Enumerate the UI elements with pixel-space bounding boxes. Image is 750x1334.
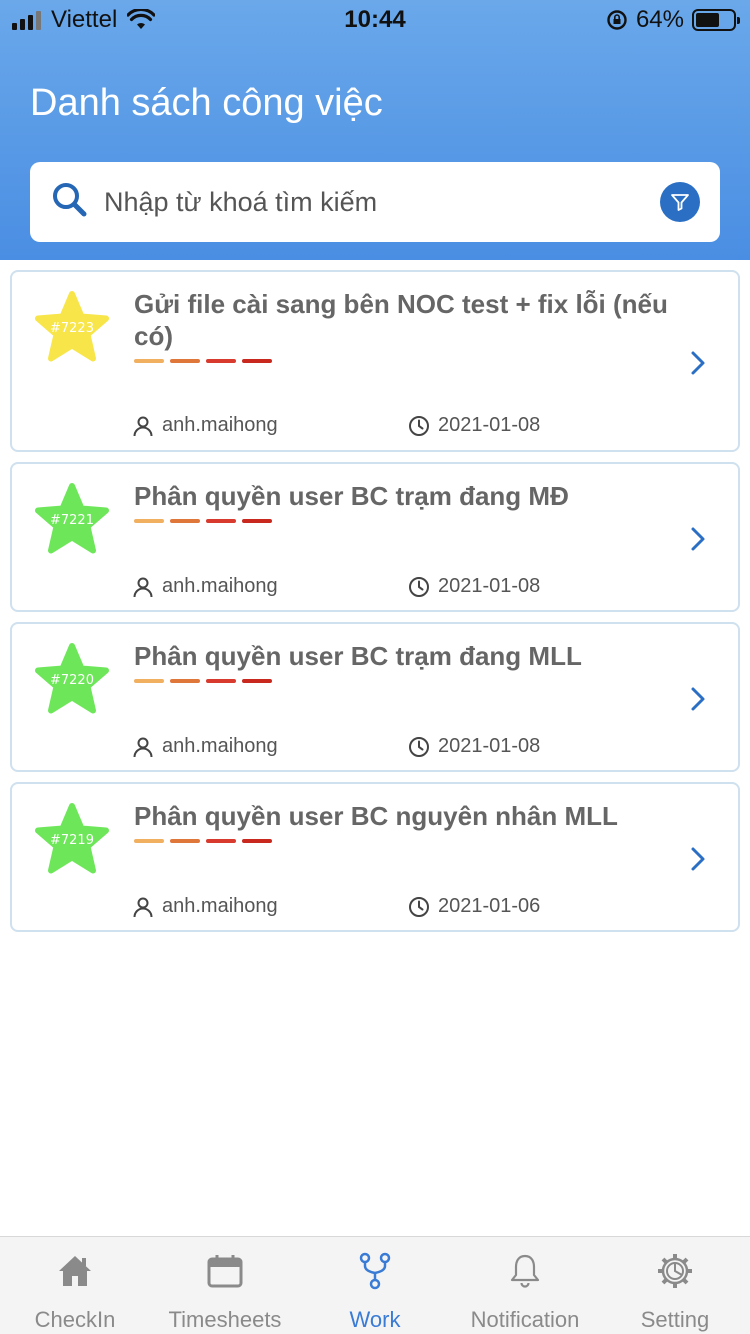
task-card[interactable]: #7223 Gửi file cài sang bên NOC test + f…	[10, 270, 740, 452]
battery-percent: 64%	[635, 6, 684, 33]
filter-icon	[671, 194, 689, 211]
assignee-name: anh.maihong	[162, 414, 278, 436]
user-icon	[133, 577, 153, 597]
header: Viettel 10:44 64% Danh sách công việc	[0, 0, 750, 260]
assignee-name: anh.maihong	[162, 735, 278, 757]
star-badge: #7220	[32, 642, 112, 722]
clock-icon	[409, 415, 429, 436]
branch-icon	[359, 1252, 391, 1290]
chevron-right-icon[interactable]	[688, 845, 708, 873]
search-input[interactable]	[104, 178, 664, 226]
chevron-right-icon[interactable]	[688, 685, 708, 713]
tab-checkin[interactable]: CheckIn	[0, 1237, 150, 1334]
priority-indicator	[134, 839, 272, 843]
task-card[interactable]: #7219 Phân quyền user BC nguyên nhân MLL…	[10, 782, 740, 932]
home-icon	[59, 1256, 91, 1286]
task-id: #7223	[50, 321, 94, 336]
task-date: 2021-01-08	[408, 735, 540, 758]
tab-label: Timesheets	[168, 1307, 282, 1332]
assignee-name: anh.maihong	[162, 895, 278, 917]
gear-icon	[658, 1254, 692, 1288]
tab-label: Work	[349, 1307, 401, 1332]
search-icon[interactable]	[50, 180, 90, 220]
date-text: 2021-01-08	[438, 414, 541, 436]
tab-label: Setting	[640, 1307, 710, 1332]
task-card[interactable]: #7220 Phân quyền user BC trạm đang MLL a…	[10, 622, 740, 772]
task-title: Phân quyền user BC trạm đang MLL	[134, 641, 582, 671]
assignee-name: anh.maihong	[162, 575, 278, 597]
tab-label: Notification	[470, 1307, 580, 1332]
battery-icon	[692, 9, 740, 31]
page-title: Danh sách công việc	[30, 82, 383, 124]
task-id: #7220	[50, 673, 94, 688]
date-text: 2021-01-06	[438, 895, 541, 917]
star-badge: #7221	[32, 482, 112, 562]
tab-notification[interactable]: Notification	[450, 1237, 600, 1334]
user-icon	[133, 897, 153, 917]
calendar-icon	[207, 1255, 243, 1288]
date-text: 2021-01-08	[438, 575, 541, 597]
task-assignee: anh.maihong	[132, 735, 278, 758]
task-card[interactable]: #7221 Phân quyền user BC trạm đang MĐ an…	[10, 462, 740, 612]
tab-bar: CheckIn Timesheets Work Notification Set…	[0, 1236, 750, 1334]
priority-indicator	[134, 359, 272, 363]
tab-label: CheckIn	[34, 1307, 116, 1332]
task-date: 2021-01-08	[408, 414, 540, 437]
priority-indicator	[134, 519, 272, 523]
star-badge: #7219	[32, 802, 112, 882]
task-date: 2021-01-08	[408, 575, 540, 598]
tab-work[interactable]: Work	[300, 1237, 450, 1334]
date-text: 2021-01-08	[438, 735, 541, 757]
clock-icon	[409, 576, 429, 597]
task-assignee: anh.maihong	[132, 575, 278, 598]
task-id: #7221	[50, 513, 94, 528]
bell-icon	[510, 1254, 540, 1288]
search-bar	[30, 162, 720, 242]
task-assignee: anh.maihong	[132, 895, 278, 918]
task-assignee: anh.maihong	[132, 414, 278, 437]
task-title: Phân quyền user BC nguyên nhân MLL	[134, 801, 618, 831]
user-icon	[133, 737, 153, 757]
user-icon	[133, 416, 153, 436]
filter-button[interactable]	[660, 182, 700, 222]
star-badge: #7223	[32, 290, 112, 370]
chevron-right-icon[interactable]	[688, 525, 708, 553]
task-list: #7223 Gửi file cài sang bên NOC test + f…	[10, 270, 740, 942]
priority-indicator	[134, 679, 272, 683]
task-id: #7219	[50, 833, 94, 848]
tab-setting[interactable]: Setting	[600, 1237, 750, 1334]
tab-timesheets[interactable]: Timesheets	[150, 1237, 300, 1334]
status-bar: Viettel 10:44 64%	[0, 0, 750, 40]
rotation-lock-icon	[607, 10, 627, 30]
clock-icon	[409, 736, 429, 757]
task-title: Phân quyền user BC trạm đang MĐ	[134, 481, 569, 511]
task-date: 2021-01-06	[408, 895, 540, 918]
clock-icon	[409, 896, 429, 917]
chevron-right-icon[interactable]	[688, 349, 708, 377]
task-title: Gửi file cài sang bên NOC test + fix lỗi…	[134, 289, 668, 351]
